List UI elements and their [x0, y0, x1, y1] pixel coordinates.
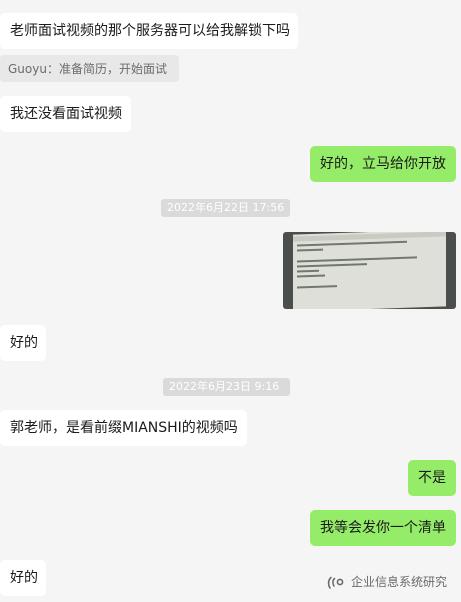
message-bubble-question[interactable]: 郭老师，是看前缀MIANSHI的视频吗 — [0, 410, 247, 446]
screen-text-line — [297, 263, 367, 268]
screen-text-line — [297, 248, 323, 252]
screen-text-line — [297, 285, 337, 289]
message-bubble-send-list[interactable]: 我等会发你一个清单 — [310, 510, 456, 546]
wechat-official-account-icon — [327, 576, 344, 589]
screen-text-line — [297, 256, 417, 263]
monitor-screen-photo — [293, 232, 446, 309]
watermark-text: 企业信息系统研究 — [350, 575, 447, 589]
quoted-message[interactable]: Guoyu：准备简历，开始面试 — [0, 55, 179, 82]
screen-text-line — [297, 274, 325, 278]
timestamp: 2022年6月22日 17:56 — [161, 199, 290, 217]
screen-text-line — [297, 269, 319, 273]
message-bubble-ok[interactable]: 好的 — [0, 560, 46, 596]
message-bubble-ok[interactable]: 好的 — [0, 325, 46, 361]
screen-text-line — [297, 240, 407, 247]
message-bubble-unlock-request[interactable]: 老师面试视频的那个服务器可以给我解锁下吗 — [0, 13, 298, 49]
menu-bar — [293, 232, 446, 242]
message-bubble-will-open[interactable]: 好的，立马给你开放 — [310, 146, 456, 182]
message-bubble-not-watched[interactable]: 我还没看面试视频 — [0, 96, 131, 132]
photo-message[interactable] — [283, 232, 456, 309]
message-bubble-no[interactable]: 不是 — [408, 460, 456, 496]
timestamp: 2022年6月23日 9:16 — [163, 378, 290, 396]
watermark: 企业信息系统研究 — [327, 573, 447, 590]
